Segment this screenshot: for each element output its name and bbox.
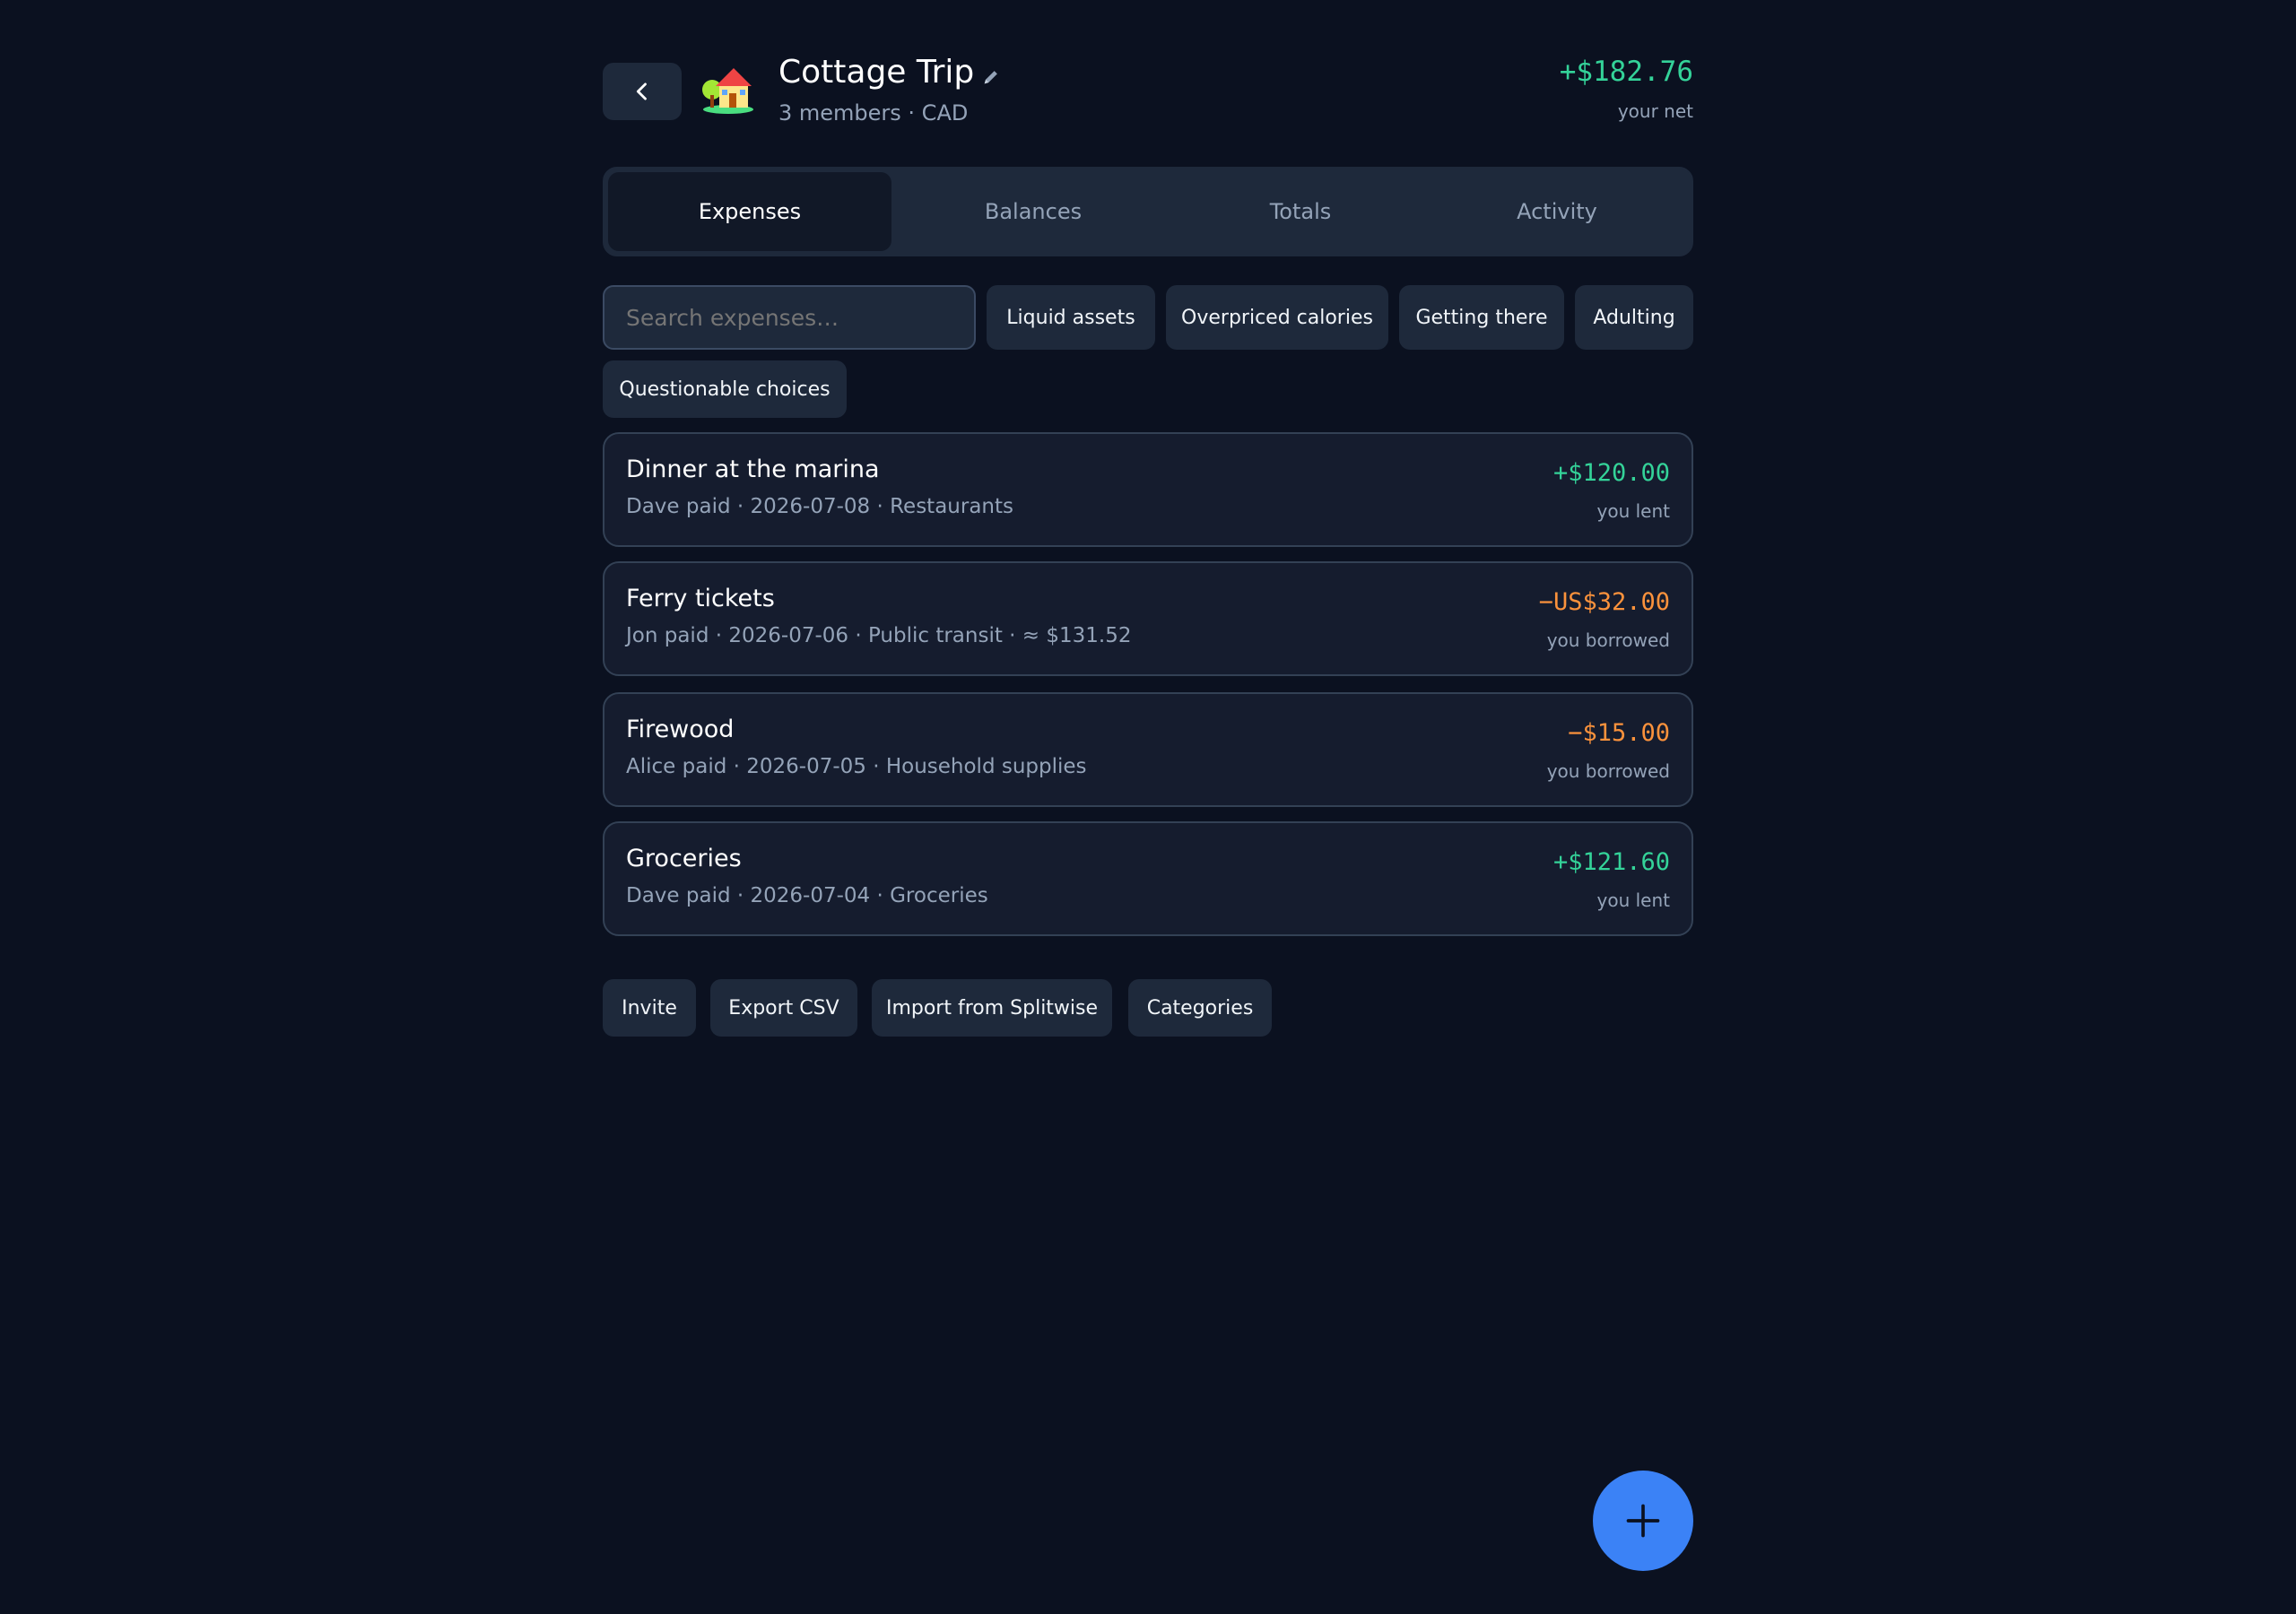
category-chip[interactable]: Liquid assets: [987, 285, 1155, 350]
expense-row[interactable]: Ferry tickets Jon paid · 2026-07-06 · Pu…: [603, 561, 1693, 676]
expense-title: Groceries: [626, 845, 742, 872]
expense-title: Dinner at the marina: [626, 456, 880, 483]
group-title: Cottage Trip: [778, 54, 1001, 91]
expense-meta: Jon paid · 2026-07-06 · Public transit ·…: [626, 624, 1132, 647]
tab-balances[interactable]: Balances: [891, 172, 1175, 251]
category-chip[interactable]: Questionable choices: [603, 360, 847, 418]
tab-bar: Expenses Balances Totals Activity: [603, 167, 1693, 256]
search-input[interactable]: [603, 285, 976, 350]
expense-status: you lent: [1596, 500, 1670, 522]
expense-title: Ferry tickets: [626, 585, 775, 612]
category-chip[interactable]: Overpriced calories: [1166, 285, 1388, 350]
tab-activity[interactable]: Activity: [1426, 172, 1688, 251]
expense-meta: Alice paid · 2026-07-05 · Household supp…: [626, 755, 1087, 778]
tab-totals[interactable]: Totals: [1175, 172, 1426, 251]
pencil-icon[interactable]: [981, 67, 1001, 87]
tab-expenses[interactable]: Expenses: [608, 172, 891, 251]
expense-amount: −US$32.00: [1538, 588, 1670, 616]
chevron-left-icon: [636, 82, 647, 100]
expense-meta: Dave paid · 2026-07-08 · Restaurants: [626, 495, 1013, 518]
expense-row[interactable]: Firewood Alice paid · 2026-07-05 · House…: [603, 692, 1693, 807]
net-amount: +$182.76: [1559, 56, 1693, 88]
expense-status: you borrowed: [1546, 629, 1670, 651]
group-page: Cottage Trip 3 members · CAD +$182.76 yo…: [603, 0, 1693, 1614]
expense-amount: +$121.60: [1552, 848, 1670, 876]
group-header: Cottage Trip 3 members · CAD +$182.76 yo…: [603, 50, 1693, 131]
group-subtitle: 3 members · CAD: [778, 100, 969, 126]
categories-button[interactable]: Categories: [1128, 979, 1272, 1037]
expense-amount: −$15.00: [1568, 719, 1670, 747]
category-chip[interactable]: Getting there: [1399, 285, 1564, 350]
expense-meta: Dave paid · 2026-07-04 · Groceries: [626, 884, 988, 907]
group-title-text: Cottage Trip: [778, 54, 975, 91]
expense-title: Firewood: [626, 716, 735, 743]
expense-row[interactable]: Groceries Dave paid · 2026-07-04 · Groce…: [603, 821, 1693, 936]
back-button[interactable]: [603, 63, 682, 120]
net-label: your net: [1617, 100, 1693, 122]
expense-row[interactable]: Dinner at the marina Dave paid · 2026-07…: [603, 432, 1693, 547]
plus-icon: [1626, 1504, 1660, 1538]
house-icon: [702, 68, 753, 114]
expense-status: you lent: [1596, 889, 1670, 911]
import-splitwise-button[interactable]: Import from Splitwise: [872, 979, 1112, 1037]
export-csv-button[interactable]: Export CSV: [710, 979, 857, 1037]
category-chip[interactable]: Adulting: [1575, 285, 1693, 350]
expense-amount: +$120.00: [1552, 459, 1670, 487]
add-expense-button[interactable]: [1593, 1471, 1693, 1571]
expense-status: you borrowed: [1546, 760, 1670, 782]
invite-button[interactable]: Invite: [603, 979, 696, 1037]
